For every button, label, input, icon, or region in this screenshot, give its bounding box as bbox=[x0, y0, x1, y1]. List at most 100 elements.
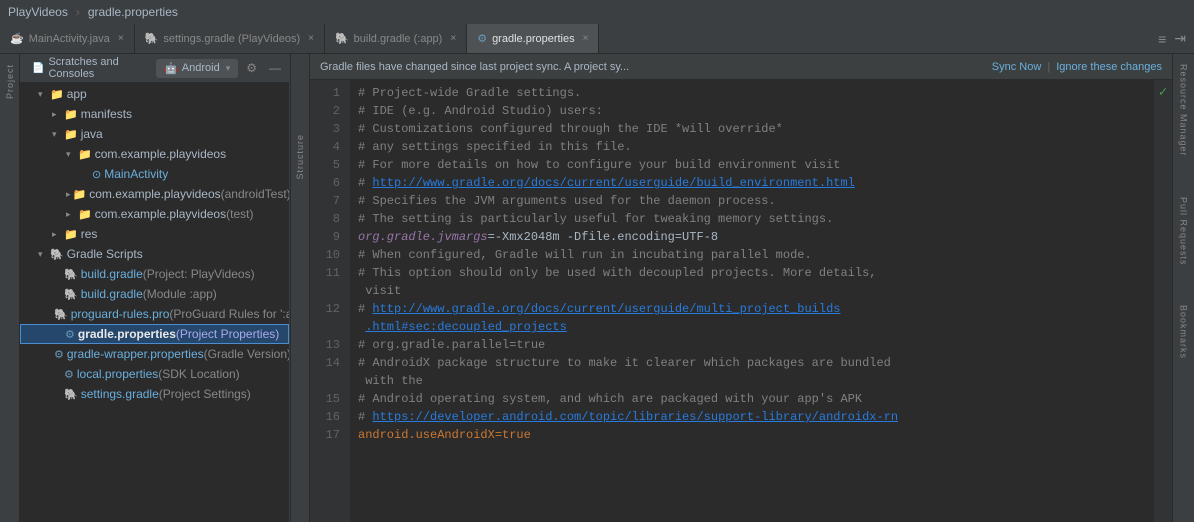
code-line-16: # https://developer.android.com/topic/li… bbox=[358, 408, 1146, 426]
tree-item-build-gradle-module[interactable]: 🐘 build.gradle (Module :app) bbox=[20, 284, 289, 304]
ignore-changes-link[interactable]: Ignore these changes bbox=[1056, 61, 1162, 73]
activity-icon-main: ⊙ bbox=[92, 168, 101, 181]
android-tab[interactable]: 🤖 Android ▾ bbox=[156, 59, 238, 78]
folder-icon-unit-test: 📁 bbox=[78, 208, 92, 221]
title-bar: PlayVideos › gradle.properties bbox=[0, 0, 1194, 24]
close-tab-main-activity[interactable]: × bbox=[118, 33, 124, 44]
android-tab-dropdown[interactable]: ▾ bbox=[226, 63, 231, 74]
app-name: PlayVideos bbox=[8, 5, 68, 19]
props-icon-tree: ⚙ bbox=[65, 328, 75, 341]
code-line-10: # When configured, Gradle will run in in… bbox=[358, 246, 1146, 264]
scratches-consoles-tab[interactable]: 📄 Scratches and Consoles bbox=[24, 54, 152, 83]
code-line-13: # org.gradle.parallel=true bbox=[358, 336, 1146, 354]
tab-expand-icon[interactable]: ⇥ bbox=[1172, 30, 1188, 47]
arrow-gradle-scripts bbox=[38, 249, 48, 260]
code-line-4: # any settings specified in this file. bbox=[358, 138, 1146, 156]
arrow-android-test bbox=[66, 189, 71, 200]
tab-gradle-properties[interactable]: ⚙ gradle.properties × bbox=[467, 24, 599, 53]
file-tree-panel: 📄 Scratches and Consoles 🤖 Android ▾ ⚙ —… bbox=[20, 54, 290, 522]
gradle-icon-build: 🐘 bbox=[335, 32, 349, 45]
tab-main-activity[interactable]: ☕ MainActivity.java × bbox=[0, 24, 135, 53]
project-strip-label[interactable]: Project bbox=[5, 64, 15, 99]
notification-text: Gradle files have changed since last pro… bbox=[320, 61, 986, 73]
tree-item-android-test[interactable]: 📁 com.example.playvideos (androidTest) bbox=[20, 184, 289, 204]
tree-item-manifests[interactable]: 📁 manifests bbox=[20, 104, 289, 124]
folder-icon-java: 📁 bbox=[64, 128, 78, 141]
tab-bar: ☕ MainActivity.java × 🐘 settings.gradle … bbox=[0, 24, 1194, 54]
validation-checkmark: ✓ bbox=[1159, 84, 1167, 101]
props-icon-tab: ⚙ bbox=[477, 32, 487, 45]
tree-item-settings-gradle[interactable]: 🐘 settings.gradle (Project Settings) bbox=[20, 384, 289, 404]
tab-build-gradle[interactable]: 🐘 build.gradle (:app) × bbox=[325, 24, 467, 53]
local-props-icon: ⚙ bbox=[64, 368, 74, 381]
settings-gradle-icon: 🐘 bbox=[64, 388, 78, 401]
arrow-unit-test bbox=[66, 209, 76, 220]
notification-sep: | bbox=[1047, 61, 1050, 73]
tree-item-java[interactable]: 📁 java bbox=[20, 124, 289, 144]
proguard-icon: 🐘 bbox=[54, 308, 68, 321]
pull-requests-label[interactable]: Pull Requests bbox=[1179, 197, 1189, 266]
tree-item-gradle-scripts[interactable]: 🐘 Gradle Scripts bbox=[20, 244, 289, 264]
resource-manager-label[interactable]: Resource Manager bbox=[1179, 64, 1189, 157]
tab-settings-gradle[interactable]: 🐘 settings.gradle (PlayVideos) × bbox=[135, 24, 325, 53]
folder-icon-com-example: 📁 bbox=[78, 148, 92, 161]
close-tab-props[interactable]: × bbox=[583, 33, 589, 44]
structure-label[interactable]: Structure bbox=[295, 134, 305, 180]
code-content[interactable]: # Project-wide Gradle settings. # IDE (e… bbox=[350, 80, 1154, 522]
bookmarks-label[interactable]: Bookmarks bbox=[1179, 305, 1189, 359]
folder-icon-manifests: 📁 bbox=[64, 108, 78, 121]
tree-item-gradle-props[interactable]: ⚙ gradle.properties (Project Properties) bbox=[20, 324, 289, 344]
code-line-5: # For more details on how to configure y… bbox=[358, 156, 1146, 174]
file-tree: 📁 app 📁 manifests 📁 java 📁 com.example.p… bbox=[20, 82, 289, 522]
code-editor: 1 2 3 4 5 6 7 8 9 10 11 12 13 14 15 16 1… bbox=[310, 80, 1172, 522]
android-icon: 🤖 bbox=[164, 62, 178, 75]
title-file-name: gradle.properties bbox=[88, 5, 178, 19]
gradle-icon-proj: 🐘 bbox=[64, 268, 78, 281]
folder-icon-res: 📁 bbox=[64, 228, 78, 241]
panel-settings-icon[interactable]: ⚙ bbox=[242, 59, 261, 77]
code-line-14: # AndroidX package structure to make it … bbox=[358, 354, 1146, 372]
arrow-app bbox=[38, 89, 48, 100]
structure-strip: Structure bbox=[290, 54, 310, 522]
arrow-manifests bbox=[52, 109, 62, 120]
tree-item-unit-test[interactable]: 📁 com.example.playvideos (test) bbox=[20, 204, 289, 224]
code-line-11: # This option should only be used with d… bbox=[358, 264, 1146, 282]
arrow-com-example bbox=[66, 149, 76, 160]
right-side-strips: Resource Manager Pull Requests Bookmarks bbox=[1172, 54, 1194, 522]
tree-item-app[interactable]: 📁 app bbox=[20, 84, 289, 104]
code-line-8: # The setting is particularly useful for… bbox=[358, 210, 1146, 228]
tree-item-build-gradle-project[interactable]: 🐘 build.gradle (Project: PlayVideos) bbox=[20, 264, 289, 284]
arrow-java bbox=[52, 129, 62, 140]
java-icon: ☕ bbox=[10, 32, 24, 45]
folder-icon-app: 📁 bbox=[50, 88, 64, 101]
code-line-6: # http://www.gradle.org/docs/current/use… bbox=[358, 174, 1146, 192]
line-numbers: 1 2 3 4 5 6 7 8 9 10 11 12 13 14 15 16 1… bbox=[310, 80, 350, 522]
gradle-scripts-icon: 🐘 bbox=[50, 248, 64, 261]
tree-item-gradle-wrapper[interactable]: ⚙ gradle-wrapper.properties (Gradle Vers… bbox=[20, 344, 289, 364]
code-line-17: android.useAndroidX=true bbox=[358, 426, 1146, 444]
tree-item-res[interactable]: 📁 res bbox=[20, 224, 289, 244]
code-line-12b: .html#sec:decoupled_projects bbox=[358, 318, 1146, 336]
arrow-res bbox=[52, 229, 62, 240]
tree-item-proguard[interactable]: 🐘 proguard-rules.pro (ProGuard Rules for… bbox=[20, 304, 289, 324]
tree-item-main-activity[interactable]: ⊙ MainActivity bbox=[20, 164, 289, 184]
editor-panel: Gradle files have changed since last pro… bbox=[310, 54, 1172, 522]
code-line-12: # http://www.gradle.org/docs/current/use… bbox=[358, 300, 1146, 318]
tree-item-com-example[interactable]: 📁 com.example.playvideos bbox=[20, 144, 289, 164]
main-content: Project 📄 Scratches and Consoles 🤖 Andro… bbox=[0, 54, 1194, 522]
project-side-strip: Project bbox=[0, 54, 20, 522]
right-gutter: ✓ bbox=[1154, 80, 1172, 522]
code-line-14b: with the bbox=[358, 372, 1146, 390]
panel-collapse-icon[interactable]: — bbox=[265, 59, 285, 77]
tab-list-icon[interactable]: ≡ bbox=[1156, 31, 1168, 47]
gradle-icon-mod: 🐘 bbox=[64, 288, 78, 301]
close-tab-build[interactable]: × bbox=[450, 33, 456, 44]
tree-item-local-props[interactable]: ⚙ local.properties (SDK Location) bbox=[20, 364, 289, 384]
close-tab-settings[interactable]: × bbox=[308, 33, 314, 44]
code-line-15: # Android operating system, and which ar… bbox=[358, 390, 1146, 408]
sync-now-link[interactable]: Sync Now bbox=[992, 61, 1042, 73]
tab-actions: ≡ ⇥ bbox=[1150, 24, 1194, 53]
gradle-icon-settings: 🐘 bbox=[145, 32, 159, 45]
code-line-1: # Project-wide Gradle settings. bbox=[358, 84, 1146, 102]
code-line-7: # Specifies the JVM arguments used for t… bbox=[358, 192, 1146, 210]
